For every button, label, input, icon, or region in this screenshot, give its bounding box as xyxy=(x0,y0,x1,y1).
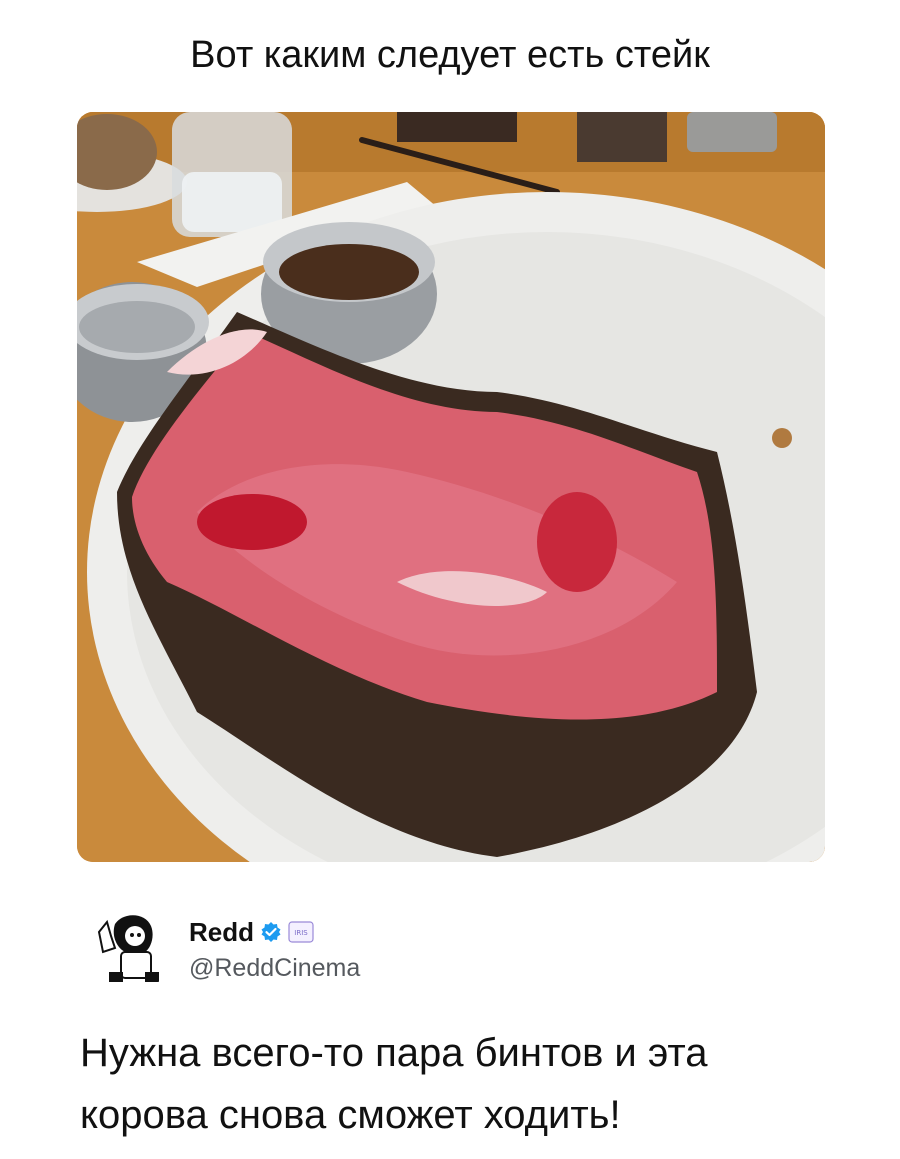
avatar[interactable] xyxy=(85,902,175,992)
affiliate-badge-label: IRIS xyxy=(294,929,308,937)
background-object xyxy=(577,112,667,162)
steak-juice xyxy=(197,494,307,550)
author-name-row: Redd IRIS xyxy=(189,914,314,950)
background-object xyxy=(687,112,777,152)
affiliate-badge-icon[interactable]: IRIS xyxy=(288,921,314,943)
display-name[interactable]: Redd xyxy=(189,917,254,948)
post-title: Вот каким следует есть стейк xyxy=(190,34,710,76)
verified-badge-icon xyxy=(260,921,282,943)
user-handle[interactable]: @ReddCinema xyxy=(189,954,360,983)
tweet-text: Нужна всего-то пара бинтов и эта корова … xyxy=(80,1031,708,1137)
background-object xyxy=(397,112,517,142)
tweet-author: Redd IRIS @ReddCinema xyxy=(85,902,825,1002)
steak-photo xyxy=(77,112,825,862)
